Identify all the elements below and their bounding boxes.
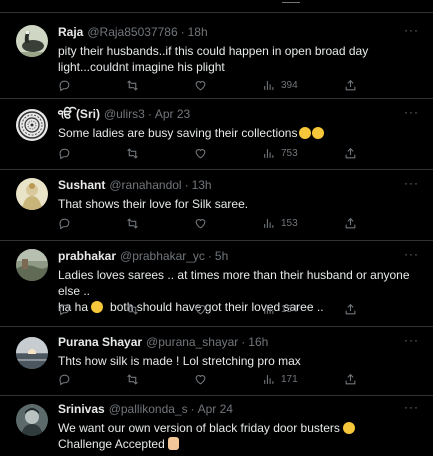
views-icon[interactable]: 154 xyxy=(262,303,298,316)
tweet-text: We want our own version of black friday … xyxy=(58,420,421,452)
avatar[interactable] xyxy=(16,404,48,436)
retweet-icon[interactable] xyxy=(126,373,139,386)
tweet-text-body: Some ladies are busy saving their collec… xyxy=(58,126,298,140)
like-icon[interactable] xyxy=(194,373,207,386)
display-name[interactable]: Raja xyxy=(58,25,83,40)
separator-dot: · xyxy=(241,335,246,349)
reply-icon[interactable] xyxy=(58,217,71,230)
user-handle[interactable]: @ulirs3 xyxy=(104,107,145,122)
avatar[interactable] xyxy=(16,249,48,281)
tweet-text-line: We want our own version of black friday … xyxy=(58,420,421,436)
reply-icon[interactable] xyxy=(58,147,71,160)
separator-dot: · xyxy=(147,107,152,121)
views-icon[interactable]: 171 xyxy=(262,373,298,386)
display-name[interactable]: Srinivas xyxy=(58,402,105,417)
views-icon[interactable]: 153 xyxy=(262,217,298,230)
share-icon[interactable] xyxy=(344,147,357,160)
more-icon[interactable]: ··· xyxy=(404,177,419,189)
tweet-text: Thts how silk is made ! Lol stretching p… xyxy=(58,354,301,368)
previous-tweet-actions xyxy=(0,0,433,13)
display-name[interactable]: ੴ (Sri) xyxy=(58,107,100,122)
views-count: 153 xyxy=(281,218,298,229)
tweet-text: That shows their love for Silk saree. xyxy=(58,197,249,211)
like-icon[interactable] xyxy=(194,303,207,316)
like-icon[interactable] xyxy=(194,147,207,160)
timestamp[interactable]: 13h xyxy=(192,178,212,193)
share-icon[interactable] xyxy=(344,373,357,386)
slightly-smiling-emoji xyxy=(343,422,356,434)
tweet-header: Sushant @ranahandol · 13h xyxy=(58,178,421,193)
views-count: 753 xyxy=(281,148,298,159)
tweet-text-line: Ladies loves sarees .. at times more tha… xyxy=(58,268,410,298)
reply-icon[interactable] xyxy=(58,373,71,386)
share-icon[interactable] xyxy=(344,79,357,92)
separator-dot: · xyxy=(207,249,212,263)
separator-dot: · xyxy=(190,402,195,416)
tweet-header: Purana Shayar @purana_shayar · 16h xyxy=(58,335,421,350)
views-icon[interactable]: 394 xyxy=(262,79,298,92)
user-handle[interactable]: @Raja85037786 xyxy=(87,25,177,40)
reply-icon[interactable] xyxy=(58,303,71,316)
avatar[interactable] xyxy=(16,337,48,369)
more-icon[interactable]: ··· xyxy=(404,248,419,260)
retweet-icon[interactable] xyxy=(126,79,139,92)
like-icon[interactable] xyxy=(194,217,207,230)
timestamp[interactable]: Apr 24 xyxy=(198,402,233,417)
timestamp[interactable]: Apr 23 xyxy=(155,107,190,122)
like-icon[interactable] xyxy=(194,79,207,92)
share-icon[interactable] xyxy=(344,303,357,316)
tweet-text-segment: Challenge Accepted xyxy=(58,437,165,451)
retweet-icon[interactable] xyxy=(126,303,139,316)
avatar[interactable] xyxy=(16,109,48,141)
display-name[interactable]: Sushant xyxy=(58,178,105,193)
tweet-sushant[interactable]: Sushant @ranahandol · 13h ··· That shows… xyxy=(0,170,433,241)
tweet-actions: 153 xyxy=(58,217,421,231)
more-icon[interactable]: ··· xyxy=(404,24,419,36)
share-icon[interactable] xyxy=(344,217,357,230)
display-name[interactable]: Purana Shayar xyxy=(58,335,142,350)
tweet-raja[interactable]: Raja @Raja85037786 · 18h ··· pity their … xyxy=(0,13,433,99)
tweet-header: ੴ (Sri) @ulirs3 · Apr 23 xyxy=(58,107,421,122)
more-icon[interactable]: ··· xyxy=(404,106,419,118)
timestamp[interactable]: 16h xyxy=(248,335,268,350)
laughing-tears-emoji xyxy=(299,127,312,139)
timestamp[interactable]: 5h xyxy=(215,249,228,264)
tweet-text: Some ladies are busy saving their collec… xyxy=(58,125,421,141)
avatar[interactable] xyxy=(16,25,48,57)
separator-dot: · xyxy=(184,178,189,192)
views-count: 171 xyxy=(281,374,298,385)
tweet-actions: 394 xyxy=(58,79,421,93)
user-handle[interactable]: @ranahandol xyxy=(109,178,181,193)
tweet-text-segment: We want our own version of black friday … xyxy=(58,421,340,435)
views-icon[interactable]: 753 xyxy=(262,147,298,160)
user-handle[interactable]: @prabhakar_yc xyxy=(120,249,205,264)
retweet-icon[interactable] xyxy=(126,217,139,230)
tweet-actions: 753 xyxy=(58,147,421,161)
tweet-header: Srinivas @pallikonda_s · Apr 24 xyxy=(58,402,421,417)
thumbs-up-emoji xyxy=(168,437,180,450)
retweet-icon[interactable] xyxy=(126,147,139,160)
views-count: 154 xyxy=(281,304,298,315)
avatar[interactable] xyxy=(16,178,48,210)
user-handle[interactable]: @pallikonda_s xyxy=(109,402,188,417)
timestamp[interactable]: 18h xyxy=(188,25,208,40)
tweet-srinivas[interactable]: Srinivas @pallikonda_s · Apr 24 ··· We w… xyxy=(0,396,433,456)
tweet-actions: 171 xyxy=(58,373,421,387)
tweet-text: pity their husbands..if this could happe… xyxy=(58,44,369,74)
user-handle[interactable]: @purana_shayar xyxy=(146,335,238,350)
tweet-purana-shayar[interactable]: Purana Shayar @purana_shayar · 16h ··· T… xyxy=(0,327,433,396)
tweet-header: prabhakar @prabhakar_yc · 5h xyxy=(58,249,421,264)
reply-icon[interactable] xyxy=(58,79,71,92)
more-icon[interactable]: ··· xyxy=(404,334,419,346)
tweet-header: Raja @Raja85037786 · 18h xyxy=(58,25,421,40)
views-count: 394 xyxy=(281,80,298,91)
tweet-actions: 154 xyxy=(58,303,421,317)
laughing-tears-emoji xyxy=(312,127,325,139)
display-name[interactable]: prabhakar xyxy=(58,249,116,264)
more-icon[interactable]: ··· xyxy=(404,401,419,413)
separator-dot: · xyxy=(180,25,185,39)
tweet-prabhakar[interactable]: prabhakar @prabhakar_yc · 5h ··· Ladies … xyxy=(0,241,433,327)
tweet-sri[interactable]: ੴ (Sri) @ulirs3 · Apr 23 ··· Some ladies… xyxy=(0,99,433,170)
